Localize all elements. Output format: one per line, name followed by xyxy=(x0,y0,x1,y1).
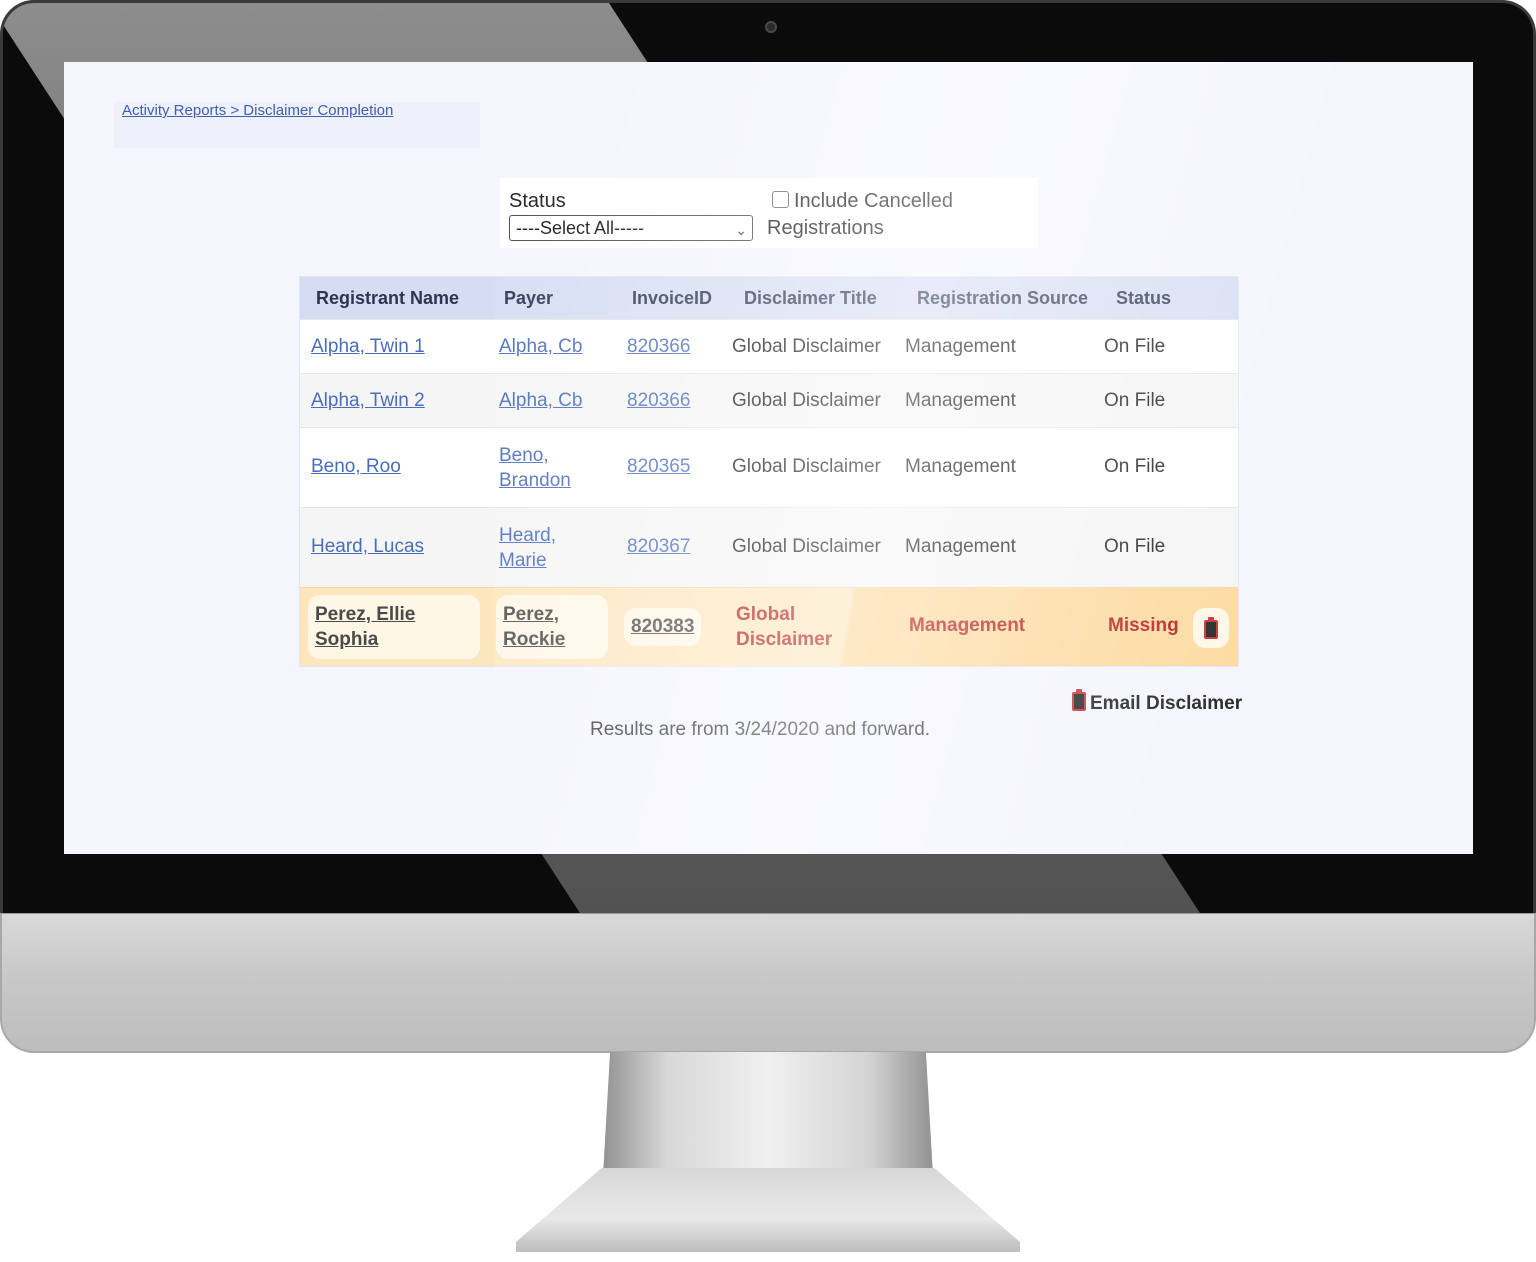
registrant-line2: Sophia xyxy=(315,629,379,650)
status-text: On File xyxy=(1104,536,1166,557)
payer-pill[interactable]: Perez, Rockie xyxy=(496,595,608,659)
payer-link-line2: Marie xyxy=(499,550,547,571)
registrant-link[interactable]: Heard, Lucas xyxy=(311,536,424,558)
legend: Email Disclaimer xyxy=(1072,689,1243,715)
camera-icon xyxy=(765,21,777,33)
header-disclaimer-title[interactable]: Disclaimer Title xyxy=(744,288,877,309)
disclaimer-title-line2: Disclaimer xyxy=(736,629,833,650)
status-text: On File xyxy=(1104,456,1166,477)
registration-source: Management xyxy=(905,336,1016,357)
registration-source: Management xyxy=(905,456,1016,477)
registration-source: Management xyxy=(909,615,1026,636)
payer-link-line1: Heard, xyxy=(499,525,557,546)
payer-link[interactable]: Alpha, Cb xyxy=(499,390,582,412)
monitor-stand-base xyxy=(516,1168,1020,1252)
registrant-link[interactable]: Alpha, Twin 1 xyxy=(311,336,425,358)
header-registration-source[interactable]: Registration Source xyxy=(917,288,1088,309)
clipboard-icon xyxy=(1072,689,1086,711)
include-cancelled-label-cont: Registrations xyxy=(767,217,884,239)
disclaimer-title: Global Disclaimer xyxy=(732,456,881,477)
status-filter-label: Status xyxy=(509,190,566,212)
disclaimer-title-line1: Global xyxy=(736,604,796,625)
invoice-link[interactable]: 820367 xyxy=(627,536,690,558)
table-row: Beno, Roo Beno, Brandon 820365 Global Di… xyxy=(300,427,1238,507)
payer-link[interactable]: Beno, Brandon xyxy=(499,443,571,493)
status-text: Missing xyxy=(1108,615,1179,636)
email-disclaimer-button[interactable] xyxy=(1193,608,1229,648)
clipboard-icon xyxy=(1204,617,1218,639)
header-registrant-name[interactable]: Registrant Name xyxy=(316,288,459,309)
legend-label: Email Disclaimer xyxy=(1090,693,1243,714)
payer-line2: Rockie xyxy=(503,629,566,650)
registration-source: Management xyxy=(905,536,1016,557)
app-screen: Activity Reports > Disclaimer Completion… xyxy=(64,62,1473,854)
filter-panel: Status ----Select All----- ⌄ Include Can… xyxy=(500,178,1038,248)
table-header: Registrant Name Payer InvoiceID Disclaim… xyxy=(300,277,1238,319)
payer-line1: Perez, xyxy=(503,604,559,625)
disclaimer-title: Global Disclaimer xyxy=(732,390,881,411)
results-note: Results are from 3/24/2020 and forward. xyxy=(590,719,931,740)
breadcrumb[interactable]: Activity Reports > Disclaimer Completion xyxy=(122,102,393,119)
registrant-pill[interactable]: Perez, Ellie Sophia xyxy=(308,595,480,659)
registrant-link[interactable]: Beno, Roo xyxy=(311,456,401,478)
disclaimer-table: Registrant Name Payer InvoiceID Disclaim… xyxy=(299,276,1239,667)
status-text: On File xyxy=(1104,336,1166,357)
registrant-line1: Perez, Ellie xyxy=(315,604,416,625)
header-status[interactable]: Status xyxy=(1116,288,1171,309)
registration-source: Management xyxy=(905,390,1016,411)
status-select-value: ----Select All----- xyxy=(516,218,644,238)
disclaimer-title: Global Disclaimer xyxy=(732,536,881,557)
payer-link-line2: Brandon xyxy=(499,470,571,491)
include-cancelled-checkbox[interactable] xyxy=(772,191,789,208)
payer-link-line1: Beno, xyxy=(499,445,549,466)
invoice-link[interactable]: 820366 xyxy=(627,336,690,358)
payer-link[interactable]: Heard, Marie xyxy=(499,523,556,573)
disclaimer-title: Global Disclaimer xyxy=(732,336,881,357)
include-cancelled-label: Include Cancelled xyxy=(794,190,953,212)
monitor-chin xyxy=(0,913,1536,1053)
header-payer[interactable]: Payer xyxy=(504,288,553,309)
status-select[interactable]: ----Select All----- ⌄ xyxy=(509,215,753,241)
table-row: Heard, Lucas Heard, Marie 820367 Global … xyxy=(300,507,1238,587)
header-invoice-id[interactable]: InvoiceID xyxy=(632,288,712,309)
table-row-missing: Perez, Ellie Sophia Perez, Rockie 820383… xyxy=(300,587,1238,666)
invoice-link[interactable]: 820365 xyxy=(627,456,690,478)
invoice-id: 820383 xyxy=(631,616,695,637)
invoice-link[interactable]: 820366 xyxy=(627,390,690,412)
registrant-link[interactable]: Alpha, Twin 2 xyxy=(311,390,425,412)
payer-link[interactable]: Alpha, Cb xyxy=(499,336,582,358)
table-row: Alpha, Twin 1 Alpha, Cb 820366 Global Di… xyxy=(300,319,1238,373)
table-row: Alpha, Twin 2 Alpha, Cb 820366 Global Di… xyxy=(300,373,1238,427)
disclaimer-title: Global Disclaimer xyxy=(736,602,832,652)
invoice-pill[interactable]: 820383 xyxy=(624,608,701,646)
chevron-down-icon: ⌄ xyxy=(735,222,747,238)
status-text: On File xyxy=(1104,390,1166,411)
